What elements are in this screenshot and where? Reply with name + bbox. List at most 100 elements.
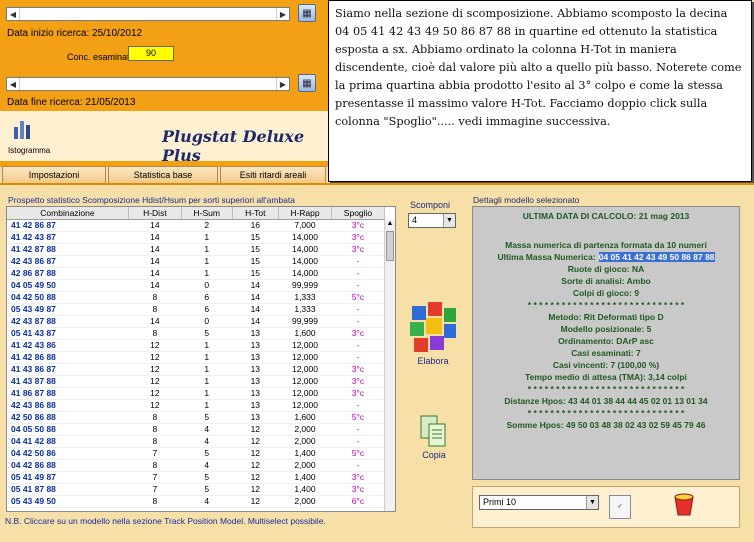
cell-h-dist: 7	[128, 483, 182, 496]
arrow-right-icon[interactable]: ▶	[277, 8, 289, 20]
end-date-slider[interactable]: ◀ ▶	[6, 77, 290, 91]
cell-combinazione: 41 43 87 88	[7, 375, 129, 388]
scomponi-select[interactable]: 4 ▼	[408, 213, 456, 228]
tab-statistica-base[interactable]: Statistica base	[108, 166, 218, 183]
table-row[interactable]: 42 86 87 88 14 1 15 14,000-	[7, 267, 385, 280]
detail-line: Somme Hpos: 49 50 03 48 38 02 43 02 59 4…	[473, 420, 739, 431]
cell-h-rapp: 14,000	[278, 267, 332, 280]
col-h-rapp[interactable]: H-Rapp	[278, 207, 332, 220]
settings-panel: ◀ ▶ ▦ Data inizio ricerca: 25/10/2012 Con…	[0, 0, 328, 167]
cell-spoglio: -	[331, 423, 385, 436]
table-row[interactable]: 05 43 49 50 8 4 12 2,000 6°c	[7, 495, 385, 508]
cell-h-dist: 12	[128, 363, 182, 376]
grid-title: Prospetto statistico Scomposizione Hdist…	[8, 195, 295, 205]
cell-h-tot: 13	[232, 387, 279, 400]
table-row[interactable]: 41 42 43 86 12 1 13 12,000-	[7, 339, 385, 352]
calendar-button-end[interactable]: ▦	[298, 74, 316, 92]
cell-h-sum: 1	[181, 363, 233, 376]
cell-combinazione: 04 05 50 88	[7, 423, 129, 436]
cell-combinazione: 41 43 86 87	[7, 363, 129, 376]
start-date-slider[interactable]: ◀ ▶	[6, 7, 290, 21]
table-row[interactable]: 05 43 49 87 8 6 14 1,333-	[7, 303, 385, 316]
table-row[interactable]: 05 41 43 87 8 5 13 1,600 3°c	[7, 327, 385, 340]
table-row[interactable]: 05 41 49 87 7 5 12 1,400 3°c	[7, 471, 385, 484]
table-row[interactable]: 04 05 50 88 8 4 12 2,000-	[7, 423, 385, 436]
cell-h-rapp: 2,000	[278, 495, 332, 508]
elabora-label: Elabora	[417, 356, 449, 366]
detail-line: Tempo medio di attesa (TMA): 3,14 colpi	[473, 372, 739, 383]
cell-h-dist: 12	[128, 351, 182, 364]
table-row[interactable]: 41 42 86 87 14 2 16 7,000 3°c	[7, 219, 385, 232]
cell-spoglio: -	[331, 399, 385, 412]
table-row[interactable]: 41 43 86 87 12 1 13 12,000 3°c	[7, 363, 385, 376]
table-row[interactable]: 04 42 50 86 7 5 12 1,400 5°c	[7, 447, 385, 460]
table-row[interactable]: 04 42 86 88 8 4 12 2,000-	[7, 459, 385, 472]
cell-spoglio: -	[331, 267, 385, 280]
massa-highlight[interactable]: 04 05 41 42 43 49 50 86 87 88	[598, 252, 715, 262]
table-row[interactable]: 04 05 49 50 14 0 14 99,999-	[7, 279, 385, 292]
table-row[interactable]: 42 43 86 88 12 1 13 12,000-	[7, 399, 385, 412]
tab-esiti-ritardi[interactable]: Esiti ritardi areali	[220, 166, 326, 183]
grid-scrollbar[interactable]: ▲	[384, 220, 395, 511]
cell-h-dist: 14	[128, 267, 182, 280]
chevron-down-icon[interactable]: ▼	[586, 496, 598, 509]
html-export-icon[interactable]: ✓	[609, 495, 631, 519]
table-row[interactable]: 42 43 86 87 14 1 15 14,000-	[7, 255, 385, 268]
cube-icon[interactable]	[408, 300, 458, 354]
primi-value: Primi 10	[483, 497, 517, 507]
table-row[interactable]: 42 43 87 88 14 0 14 99,999-	[7, 315, 385, 328]
arrow-left-icon[interactable]: ◀	[7, 8, 19, 20]
col-h-sum[interactable]: H-Sum	[181, 207, 233, 220]
cell-h-sum: 6	[181, 303, 233, 316]
cell-combinazione: 04 42 86 88	[7, 459, 129, 472]
detail-line-text: Metodo: Rit Deformati tipo D	[548, 312, 664, 322]
cell-h-rapp: 14,000	[278, 231, 332, 244]
table-row[interactable]: 05 41 87 88 7 5 12 1,400 3°c	[7, 483, 385, 496]
footer-note: N.B. Cliccare su un modello nella sezion…	[5, 516, 326, 526]
table-row[interactable]: 41 42 43 87 14 1 15 14,000 3°c	[7, 231, 385, 244]
chevron-down-icon[interactable]: ▼	[443, 214, 455, 227]
cell-spoglio: -	[331, 435, 385, 448]
table-row[interactable]: 42 50 86 88 8 5 13 1,600 5°c	[7, 411, 385, 424]
cell-combinazione: 41 42 86 88	[7, 351, 129, 364]
arrow-right-icon[interactable]: ▶	[277, 78, 289, 90]
cell-h-sum: 1	[181, 267, 233, 280]
col-h-dist[interactable]: H-Dist	[128, 207, 182, 220]
detail-line-text: Ruote di gioco: NA	[567, 264, 645, 274]
cell-h-tot: 13	[232, 411, 279, 424]
table-row[interactable]: 41 42 87 88 14 1 15 14,000 3°c	[7, 243, 385, 256]
primi-select[interactable]: Primi 10 ▼	[479, 495, 599, 510]
table-row[interactable]: 41 42 86 88 12 1 13 12,000-	[7, 351, 385, 364]
chart-icon[interactable]	[12, 117, 34, 141]
arrow-left-icon[interactable]: ◀	[7, 78, 19, 90]
scroll-up-icon[interactable]: ▲	[385, 220, 395, 230]
table-row[interactable]: 41 43 87 88 12 1 13 12,000 3°c	[7, 375, 385, 388]
cell-h-dist: 14	[128, 315, 182, 328]
col-spoglio[interactable]: Spoglio	[331, 207, 386, 220]
cell-h-dist: 12	[128, 387, 182, 400]
bucket-icon[interactable]	[673, 491, 695, 517]
tab-impostazioni[interactable]: Impostazioni	[2, 166, 106, 183]
scroll-thumb[interactable]	[386, 231, 394, 261]
cell-h-tot: 15	[232, 231, 279, 244]
cell-combinazione: 41 86 87 88	[7, 387, 129, 400]
col-combinazione[interactable]: Combinazione	[7, 207, 129, 220]
detail-line: Casi vincenti: 7 (100,00 %)	[473, 360, 739, 371]
detail-line-text: Ultima Massa Numerica:	[497, 252, 596, 262]
table-row[interactable]: 41 86 87 88 12 1 13 12,000 3°c	[7, 387, 385, 400]
conc-input[interactable]: 90	[128, 46, 174, 61]
calendar-button-start[interactable]: ▦	[298, 4, 316, 22]
detail-line-text: Tempo medio di attesa (TMA): 3,14 colpi	[525, 372, 687, 382]
table-row[interactable]: 04 42 50 88 8 6 14 1,333 5°c	[7, 291, 385, 304]
table-row[interactable]: 04 41 42 88 8 4 12 2,000-	[7, 435, 385, 448]
istogramma-label[interactable]: Istogramma	[8, 146, 50, 155]
detail-line: Ruote di gioco: NA	[473, 264, 739, 275]
elabora-button[interactable]: Elabora	[405, 300, 461, 370]
copia-button[interactable]: Copia	[412, 414, 456, 470]
col-h-tot[interactable]: H-Tot	[232, 207, 280, 220]
cell-h-sum: 0	[181, 279, 233, 292]
detail-line-text: Casi vincenti: 7 (100,00 %)	[552, 360, 660, 370]
cell-h-sum: 1	[181, 231, 233, 244]
copy-icon[interactable]	[419, 414, 449, 450]
cell-combinazione: 05 41 49 87	[7, 471, 129, 484]
